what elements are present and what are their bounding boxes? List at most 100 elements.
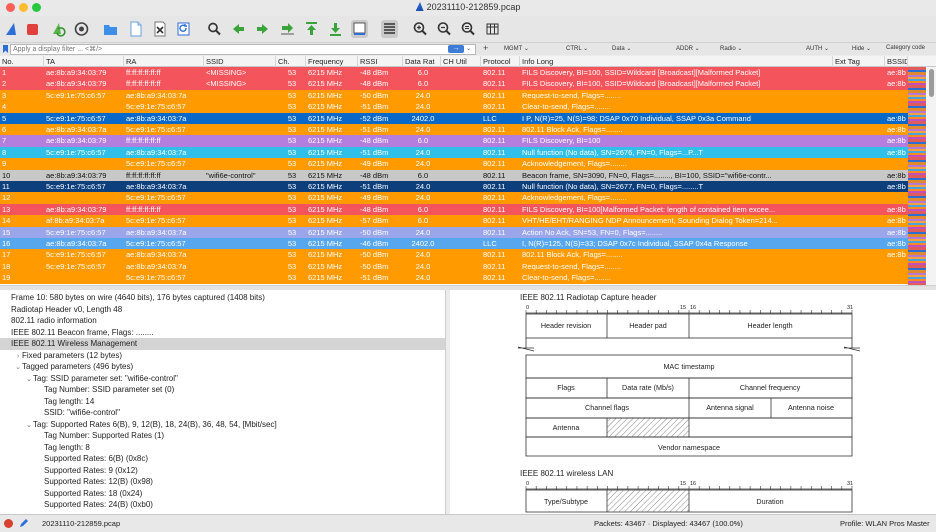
packet-row[interactable]: 11 5c:e9:1e:75:c6:57 ae:8b:a9:34:03:7a 53 62… [0, 181, 908, 193]
packet-row[interactable]: 6 ae:8b:a9:34:03:7a 5c:e9:1e:75:c6:57 53 621… [0, 124, 908, 136]
stop-square-icon[interactable] [24, 20, 41, 38]
packet-row[interactable]: 18 5c:e9:1e:75:c6:57 ae:8b:a9:34:03:7a 53 62… [0, 260, 908, 273]
detail-row[interactable]: Supported Rates: 6(B) (0x8c) [0, 453, 445, 465]
reload-file-icon[interactable] [175, 20, 192, 38]
bookmark-icon[interactable] [3, 45, 8, 53]
packet-row[interactable]: 8 5c:e9:1e:75:c6:57 ae:8b:a9:34:03:7a 53 621… [0, 146, 908, 159]
go-forward-icon[interactable] [254, 20, 271, 38]
packet-row[interactable]: 2 ae:8b:a9:34:03:79 ff:ff:ff:ff:ff:ff <MISS… [0, 78, 908, 90]
packet-list-scrollbar[interactable] [927, 67, 936, 285]
packet-cell-ext-tag [833, 113, 885, 124]
filter-history-dropdown[interactable]: ⌄ [466, 45, 474, 53]
column-header-bssid[interactable]: BSSID [885, 56, 908, 67]
apply-filter-button[interactable]: → [448, 45, 464, 53]
resize-columns-icon[interactable] [484, 20, 501, 38]
packet-row[interactable]: 3 5c:e9:1e:75:c6:57 ae:8b:a9:34:03:7a 53 621… [0, 89, 908, 102]
display-filter-input[interactable] [10, 44, 476, 55]
filter-button-category[interactable]: Category code [886, 45, 925, 51]
column-header-frequency[interactable]: Frequency [306, 56, 358, 67]
shark-fin-start-icon[interactable] [3, 20, 20, 38]
detail-row[interactable]: 802.11 radio information [0, 315, 445, 327]
column-header-ta[interactable]: TA [44, 56, 124, 67]
packet-details-tree: Frame 10: 580 bytes on wire (4640 bits),… [0, 290, 446, 514]
column-header-rssi[interactable]: RSSI [358, 56, 403, 67]
packet-cell-ext-tag [833, 215, 885, 226]
detail-row[interactable]: Frame 10: 580 bytes on wire (4640 bits),… [0, 292, 445, 304]
column-header-channel[interactable]: Ch. [276, 56, 306, 67]
column-header-ext-tag[interactable]: Ext Tag [833, 56, 885, 67]
filter-button-mgmt[interactable]: MGMT ⌄ [504, 45, 529, 52]
go-first-icon[interactable] [303, 20, 320, 38]
packet-row[interactable]: 16 ae:8b:a9:34:03:7a 5c:e9:1e:75:c6:57 53 62… [0, 238, 908, 250]
filter-button-addr[interactable]: ADDR ⌄ [676, 45, 700, 52]
packet-cell-bssid: ae:8b [887, 239, 906, 248]
detail-row[interactable]: ⌄Tag: Supported Rates 6(B), 9, 12(B), 18… [0, 419, 445, 431]
detail-row[interactable]: Tag length: 8 [0, 442, 445, 454]
detail-row[interactable]: › Fixed parameters (12 bytes) [0, 350, 445, 362]
open-folder-icon[interactable] [102, 20, 119, 38]
column-header-no[interactable]: No. [0, 56, 44, 67]
column-header-data-rate[interactable]: Data Rat [403, 56, 441, 67]
packet-row[interactable]: 7 ae:8b:a9:34:03:79 ff:ff:ff:ff:ff:ff 53 621… [0, 135, 908, 147]
colorize-icon[interactable] [381, 20, 398, 38]
restart-capture-icon[interactable] [49, 20, 66, 38]
column-header-ra[interactable]: RA [124, 56, 204, 67]
packet-row[interactable]: 15 5c:e9:1e:75:c6:57 ae:8b:a9:34:03:7a 53 62… [0, 226, 908, 238]
go-last-icon[interactable] [327, 20, 344, 38]
detail-row[interactable]: Tag Number: Supported Rates (1) [0, 430, 445, 442]
save-file-icon[interactable] [127, 20, 144, 38]
packet-row[interactable]: 10 ae:8b:a9:34:03:79 ff:ff:ff:ff:ff:ff "wif… [0, 169, 908, 181]
autoscroll-icon[interactable] [351, 20, 368, 38]
edit-comment-icon[interactable] [19, 518, 29, 528]
detail-row[interactable]: Supported Rates: 12(B) (0x98) [0, 476, 445, 488]
add-filter-button[interactable]: + [483, 43, 488, 53]
find-packet-icon[interactable] [206, 20, 223, 38]
packet-row[interactable]: 14 af:8b:a9:34:03:7a 5c:e9:1e:75:c6:57 53 62… [0, 215, 908, 227]
detail-row[interactable]: Radiotap Header v0, Length 48 [0, 304, 445, 316]
detail-row[interactable]: ⌄Tag: SSID parameter set: "wifi6e-contro… [0, 373, 445, 385]
column-header-ch-util[interactable]: CH Util [441, 56, 481, 67]
filter-button-radio[interactable]: Radio ⌄ [720, 45, 742, 52]
packet-row[interactable]: 1 ae:8b:a9:34:03:79 ff:ff:ff:ff:ff:ff <MISS… [0, 67, 908, 79]
packet-cell-protocol: 802.11 [483, 90, 506, 100]
packet-cell-info: FILS Discovery, BI=100, SSID=Wildcard [B… [522, 79, 761, 89]
zoom-in-icon[interactable] [412, 20, 429, 38]
filter-button-hide[interactable]: Hide ⌄ [852, 45, 871, 52]
column-header-protocol[interactable]: Protocol [481, 56, 520, 67]
go-to-packet-icon[interactable] [279, 20, 296, 38]
column-header-ssid[interactable]: SSID [204, 56, 276, 67]
capture-options-icon[interactable] [73, 20, 90, 38]
go-back-icon[interactable] [230, 20, 247, 38]
close-file-icon[interactable] [151, 20, 168, 38]
column-header-info[interactable]: Info Long [520, 56, 833, 67]
detail-row[interactable]: Supported Rates: 9 (0x12) [0, 465, 445, 477]
detail-row[interactable]: SSID: "wifi6e-control" [0, 407, 445, 419]
filter-button-data[interactable]: Data ⌄ [612, 45, 631, 52]
detail-row[interactable]: IEEE 802.11 Beacon frame, Flags: .......… [0, 327, 445, 339]
packet-cell-ra: 5c:e9:1e:75:c6:57 [126, 239, 186, 248]
packet-row[interactable]: 5 5c:e9:1e:75:c6:57 ae:8b:a9:34:03:7a 53 621… [0, 112, 908, 124]
filter-button-auth[interactable]: AUTH ⌄ [806, 45, 829, 52]
packet-row[interactable]: 12 5c:e9:1e:75:c6:57 53 6215 MHz -49 dBm 24.0… [0, 192, 908, 204]
scrollbar-thumb[interactable] [929, 69, 934, 97]
packet-row[interactable]: 13 ae:8b:a9:34:03:79 ff:ff:ff:ff:ff:ff 53 62… [0, 203, 908, 216]
detail-row[interactable]: ⌄Tagged parameters (496 bytes) [0, 361, 445, 373]
packet-minimap[interactable] [908, 67, 926, 285]
packet-cell-protocol: 802.11 [483, 147, 506, 157]
detail-row[interactable]: Supported Rates: 24(B) (0xb0) [0, 499, 445, 511]
packet-row[interactable]: 9 5c:e9:1e:75:c6:57 53 6215 MHz -49 dBm 24.0 8… [0, 158, 908, 170]
zoom-out-icon[interactable] [436, 20, 453, 38]
filter-button-ctrl[interactable]: CTRL ⌄ [566, 45, 588, 52]
expert-info-icon[interactable] [4, 519, 13, 528]
detail-row[interactable]: IEEE 802.11 Wireless Management [0, 338, 445, 350]
status-profile[interactable]: Profile: WLAN Pros Master [840, 519, 930, 528]
packet-row[interactable]: 4 5c:e9:1e:75:c6:57 53 6215 MHz -51 dBm 24.0 8… [0, 101, 908, 113]
zoom-reset-icon[interactable] [460, 20, 477, 38]
packet-cell-channel: 53 [287, 193, 297, 203]
detail-row[interactable]: Tag Number: SSID parameter set (0) [0, 384, 445, 396]
detail-row[interactable]: Supported Rates: 18 (0x24) [0, 488, 445, 500]
detail-row[interactable]: Tag length: 14 [0, 396, 445, 408]
packet-row[interactable]: 19 5c:e9:1e:75:c6:57 53 6215 MHz -51 dBm 24.0… [0, 272, 908, 284]
radiotap-diagram-title: IEEE 802.11 Radiotap Capture header [520, 293, 657, 302]
packet-row[interactable]: 17 5c:e9:1e:75:c6:57 ae:8b:a9:34:03:7a 53 62… [0, 249, 908, 261]
